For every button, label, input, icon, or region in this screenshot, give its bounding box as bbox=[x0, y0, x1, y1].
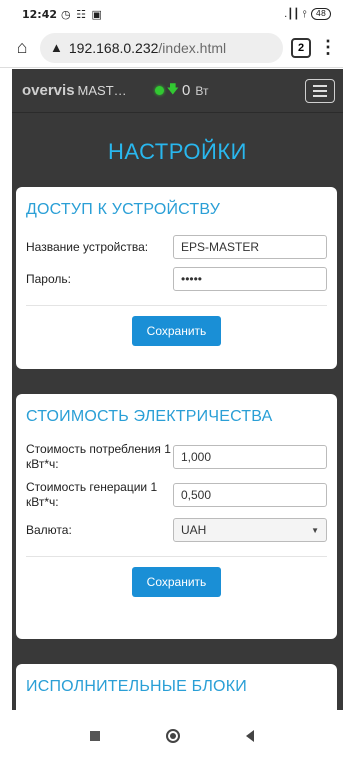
top-navbar: overvis MAST… 🡇 0 Вт bbox=[12, 69, 343, 113]
actuators-card-title: ИСПОЛНИТЕЛЬНЫЕ БЛОКИ bbox=[26, 678, 247, 695]
save-cost-button[interactable]: Сохранить bbox=[131, 567, 222, 597]
page-title: НАСТРОЙКИ bbox=[108, 139, 247, 164]
generation-cost-input[interactable]: 0,500 bbox=[173, 483, 327, 507]
divider bbox=[26, 556, 327, 557]
device-name-input[interactable]: EPS-MASTER bbox=[173, 235, 327, 259]
tab-switcher-button[interactable]: 2 bbox=[291, 37, 311, 58]
actuators-card: ИСПОЛНИТЕЛЬНЫЕ БЛОКИ bbox=[16, 664, 337, 710]
access-card: ДОСТУП К УСТРОЙСТВУ Название устройства:… bbox=[16, 187, 337, 369]
currency-label: Валюта: bbox=[26, 522, 72, 537]
hamburger-menu-button[interactable] bbox=[305, 78, 335, 103]
currency-select[interactable]: UAH ▼ bbox=[173, 518, 327, 542]
power-unit: Вт bbox=[195, 83, 209, 98]
chevron-down-icon: ▼ bbox=[311, 525, 319, 535]
device-name-label: Название устройства: bbox=[26, 239, 149, 254]
back-icon[interactable] bbox=[245, 729, 254, 742]
app-container: overvis MAST… 🡇 0 Вт НАСТРОЙКИ ДОСТУП К … bbox=[12, 69, 343, 710]
cost-card-title: СТОИМОСТЬ ЭЛЕКТРИЧЕСТВА bbox=[26, 408, 273, 425]
status-dot-icon bbox=[154, 86, 164, 95]
browser-menu-icon[interactable]: ⋮ bbox=[319, 37, 337, 58]
password-label: Пароль: bbox=[26, 271, 71, 286]
url-host: 192.168.0.232 bbox=[68, 39, 159, 56]
home-icon[interactable]: ⌂ bbox=[12, 37, 32, 58]
access-card-title: ДОСТУП К УСТРОЙСТВУ bbox=[26, 201, 221, 218]
brand[interactable]: overvis MAST… bbox=[22, 82, 127, 99]
battery-icon: 48 bbox=[310, 8, 331, 20]
power-indicator: 🡇 0 Вт bbox=[154, 80, 209, 101]
divider bbox=[26, 305, 327, 306]
brand-device-name: MAST… bbox=[77, 83, 127, 98]
signal-wifi-icon: .┃┃ ⫯ bbox=[284, 8, 307, 20]
url-path: /index.html bbox=[158, 39, 227, 56]
consumption-cost-input[interactable]: 1,000 bbox=[173, 445, 327, 469]
save-access-button[interactable]: Сохранить bbox=[131, 316, 222, 346]
cost-card: СТОИМОСТЬ ЭЛЕКТРИЧЕСТВА Стоимость потреб… bbox=[16, 394, 337, 639]
consumption-cost-label: Стоимость потребления 1 кВт*ч: bbox=[26, 442, 171, 471]
browser-toolbar: ⌂ ▲ 192.168.0.232/index.html 2 ⋮ bbox=[0, 28, 343, 68]
recents-icon[interactable] bbox=[89, 730, 100, 741]
generation-cost-label: Стоимость генерации 1 кВт*ч: bbox=[26, 480, 158, 509]
home-circle-icon[interactable] bbox=[165, 728, 180, 743]
password-row: Пароль: ••••• bbox=[26, 267, 327, 291]
consumption-cost-row: Стоимость потребления 1 кВт*ч: 1,000 bbox=[26, 442, 327, 472]
currency-value: UAH bbox=[181, 523, 207, 537]
brand-logo: overvis bbox=[22, 82, 75, 99]
power-value: 0 bbox=[182, 82, 191, 99]
password-input[interactable]: ••••• bbox=[173, 267, 327, 291]
generation-cost-row: Стоимость генерации 1 кВт*ч: 0,500 bbox=[26, 480, 327, 510]
notification-icons: ◷ ☷ ▣ bbox=[61, 7, 103, 21]
address-bar[interactable]: ▲ 192.168.0.232/index.html bbox=[40, 32, 283, 63]
system-nav-bar bbox=[0, 710, 343, 761]
device-name-row: Название устройства: EPS-MASTER bbox=[26, 235, 327, 259]
not-secure-warning-icon[interactable]: ▲ bbox=[50, 40, 63, 55]
status-bar: 12:42 ◷ ☷ ▣ .┃┃ ⫯ 48 bbox=[0, 0, 343, 28]
arrow-down-icon: 🡇 bbox=[166, 82, 180, 96]
clock: 12:42 bbox=[22, 7, 58, 21]
currency-row: Валюта: UAH ▼ bbox=[26, 518, 327, 542]
